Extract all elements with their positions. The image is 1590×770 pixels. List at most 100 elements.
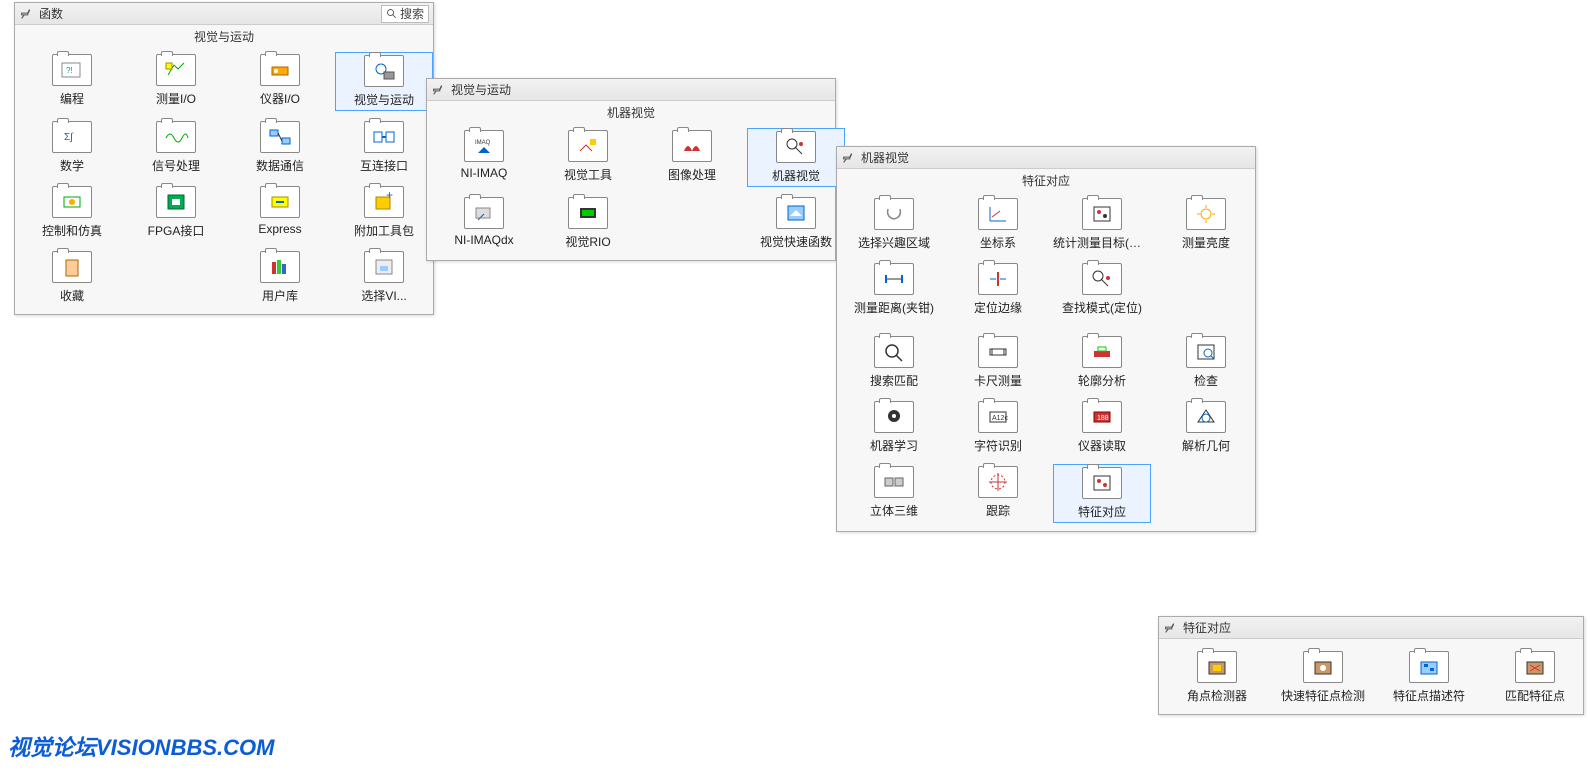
palette-item-prog[interactable]: ?!编程 [23,52,121,111]
palette-item-caliper[interactable]: 卡尺测量 [949,334,1047,391]
palette-item-contour[interactable]: 轮廓分析 [1053,334,1151,391]
palette-item-fastf[interactable]: 快速特征点检测 [1273,649,1373,706]
palette-item-corner[interactable]: 角点检测器 [1167,649,1267,706]
palette-item-descr[interactable]: 特征点描述符 [1379,649,1479,706]
palette-item-bright[interactable]: 测量亮度 [1157,196,1255,253]
item-label: 信号处理 [152,157,200,174]
palette-item-comm[interactable]: 数据通信 [231,119,329,176]
palette-item-vrio[interactable]: 视觉RIO [539,195,637,252]
palette-item-coord[interactable]: 坐标系 [949,196,1047,253]
palette-item-pattern[interactable]: 查找模式(定位) [1053,261,1151,318]
pin-icon[interactable] [1163,621,1177,635]
palette-item-inspect[interactable]: 检查 [1157,334,1255,391]
palette-item-geom[interactable]: 解析几何 [1157,399,1255,456]
palette-item-conn[interactable]: 互连接口 [335,119,433,176]
math-icon: Σ∫ [52,121,92,153]
palette-item-mvision[interactable]: 机器视觉 [747,128,845,187]
palette-item-ml[interactable]: 机器学习 [845,399,943,456]
palette-item-ctrl[interactable]: 控制和仿真 [23,184,121,241]
palette-item-edge[interactable]: 定位边缘 [949,261,1047,318]
palette-item-vismot[interactable]: 视觉与运动 [335,52,433,111]
palette-item-instr[interactable]: 仪器I/O [231,52,329,111]
item-label: 仪器I/O [260,90,300,107]
fav-icon [52,251,92,283]
item-label: 定位边缘 [974,299,1022,316]
vtool-icon [568,130,608,162]
panel-header: 视觉与运动 [427,79,835,101]
particle-icon [1082,198,1122,230]
palette-grid: 角点检测器快速特征点检测特征点描述符 匹配特征点 [1159,645,1583,714]
search-icon [874,336,914,368]
watermark-text: 视觉论坛VISIONBBS.COM [8,730,274,762]
palette-item-sig[interactable]: 信号处理 [127,119,225,176]
vrio-icon [568,197,608,229]
palette-item-stereo[interactable]: 立体三维 [845,464,943,523]
improc-icon [672,130,712,162]
search-icon [386,8,398,20]
palette-item-dist[interactable]: 测量距离(夹钳) [845,261,943,318]
palette-item-meas[interactable]: 测量I/O [127,52,225,111]
palette-item-fpga[interactable]: FPGA接口 [127,184,225,241]
match-icon [1515,651,1555,683]
palette-item-vfast[interactable]: 视觉快速函数 [747,195,845,252]
fastf-icon [1303,651,1343,683]
palette-item-feature[interactable]: 特征对应 [1053,464,1151,523]
palette-item-addon[interactable]: +附加工具包 [335,184,433,241]
item-label: 仪器读取 [1078,437,1126,454]
svg-text:A12c: A12c [992,415,1008,422]
item-label: NI-IMAQdx [454,233,513,247]
edge-icon [978,263,1018,295]
vismot-icon [364,55,404,87]
palette-item-track[interactable]: 跟踪 [949,464,1047,523]
pin-icon[interactable] [431,83,445,97]
feature-match-panel: 特征对应 角点检测器快速特征点检测特征点描述符匹配特征点 [1158,616,1584,715]
fpga-icon [156,186,196,218]
dist-icon [874,263,914,295]
item-label: 测量距离(夹钳) [854,299,934,316]
item-label: 视觉工具 [564,166,612,183]
feature-icon [1082,467,1122,499]
contour-icon [1082,336,1122,368]
sig-icon [156,121,196,153]
palette-grid: IMAQNI-IMAQ视觉工具图像处理机器视觉NI-IMAQdx视觉RIO视觉快… [427,124,835,260]
item-label: 互连接口 [360,157,408,174]
palette-item-search[interactable]: 搜索匹配 [845,334,943,391]
item-label: 匹配特征点 [1505,687,1565,704]
svg-text:IMAQ: IMAQ [475,140,491,146]
palette-item-improc[interactable]: 图像处理 [643,128,741,187]
prog-icon: ?! [52,54,92,86]
search-box[interactable]: 搜索 [381,5,429,23]
pin-icon[interactable] [19,7,33,21]
pin-icon[interactable] [841,151,855,165]
vfast-icon [776,197,816,229]
palette-item-roi[interactable]: 选择兴趣区域 [845,196,943,253]
pattern-icon [1082,263,1122,295]
svg-text:188: 188 [1097,415,1109,422]
corner-icon [1197,651,1237,683]
vision-motion-panel: 视觉与运动 机器视觉 IMAQNI-IMAQ视觉工具图像处理机器视觉NI-IMA… [426,78,836,261]
palette-item-ocr[interactable]: A12c字符识别 [949,399,1047,456]
palette-item-math[interactable]: Σ∫数学 [23,119,121,176]
palette-item-userlib[interactable]: 用户库 [231,249,329,306]
comm-icon [260,121,300,153]
item-label: 数据通信 [256,157,304,174]
palette-item-vtool[interactable]: 视觉工具 [539,128,637,187]
palette-item-imaqd[interactable]: NI-IMAQdx [435,195,533,252]
palette-item-fav[interactable]: 收藏 [23,249,121,306]
palette-item-express[interactable]: Express [231,184,329,241]
item-label: 视觉快速函数 [760,233,832,250]
svg-text:+: + [386,191,393,202]
ml-icon [874,401,914,433]
palette-item-particle[interactable]: 统计测量目标(粒子斑点) [1053,196,1151,253]
palette-item-match[interactable]: 匹配特征点 [1485,649,1585,706]
ocr-icon: A12c [978,401,1018,433]
item-label: 视觉与运动 [354,91,414,108]
item-label: 图像处理 [668,166,716,183]
functions-panel: 函数 搜索 视觉与运动 ?!编程测量I/O仪器I/O视觉与运动Σ∫数学信号处理数… [14,2,434,315]
palette-item-selvi[interactable]: 选择VI... [335,249,433,306]
item-label: 选择兴趣区域 [858,234,930,251]
palette-item-imaq[interactable]: IMAQNI-IMAQ [435,128,533,187]
item-label: 坐标系 [980,234,1016,251]
item-label: 特征点描述符 [1393,687,1465,704]
palette-item-instread[interactable]: 188 仪器读取 [1053,399,1151,456]
